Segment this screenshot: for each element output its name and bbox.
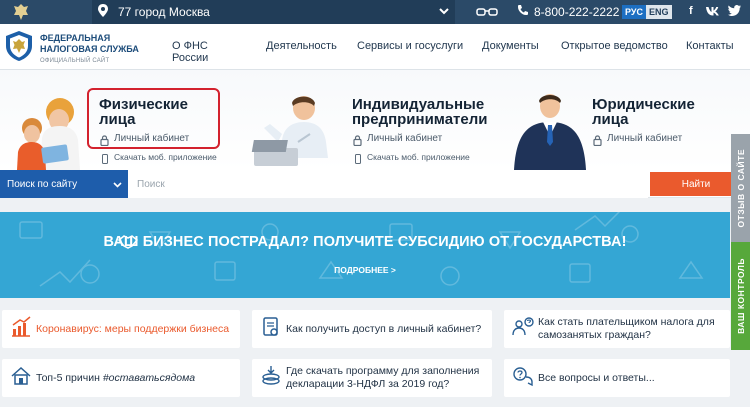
card-faq[interactable]: Все вопросы и ответы... [504, 359, 730, 397]
card-stay-home-text: Топ-5 причин #оставатьсядома [36, 372, 195, 385]
entrepreneurs-title-1[interactable]: Индивидуальные [352, 97, 484, 112]
card-account-access[interactable]: Как получить доступ в личный кабинет? [252, 310, 492, 348]
card-self-employed[interactable]: Как стать плательщиком налога для самоза… [504, 310, 730, 348]
document-key-icon [260, 316, 282, 338]
banner-title: ВАШ БИЗНЕС ПОСТРАДАЛ? ПОЛУЧИТЕ СУБСИДИЮ … [103, 234, 627, 250]
nav-item-services[interactable]: Сервисы и госуслуги [357, 40, 463, 52]
legal-entities-photo [508, 92, 588, 175]
entrepreneurs-account-link[interactable]: Личный кабинет [367, 133, 442, 144]
individuals-app-link[interactable]: Скачать моб. приложение [114, 152, 217, 162]
chevron-down-icon [439, 5, 449, 15]
entrepreneurs-title-2[interactable]: предприниматели [352, 112, 488, 127]
entrepreneurs-app-link[interactable]: Скачать моб. приложение [367, 152, 470, 162]
twitter-icon[interactable] [728, 5, 741, 19]
location-pin-icon [98, 4, 108, 20]
card-3ndfl-text-2: декларации 3-НДФЛ за 2019 год? [286, 378, 450, 390]
card-self-employed-text-1: Как стать плательщиком налога для [538, 316, 715, 328]
card-coronavirus-text: Коронавирус: меры поддержки бизнеса [36, 323, 230, 335]
search-scope-select[interactable]: Поиск по сайту [0, 170, 128, 198]
region-name: 77 город Москва [118, 5, 210, 19]
accessibility-glasses-icon[interactable] [476, 5, 498, 19]
card-stay-home-text-1: Топ-5 причин [36, 372, 103, 384]
feedback-tab-label: ОТЗЫВ О САЙТЕ [735, 148, 746, 228]
chevron-down-icon [113, 180, 122, 189]
logo-subtitle: ОФИЦИАЛЬНЫЙ САЙТ [40, 58, 110, 64]
mobile-phone-icon [355, 151, 361, 169]
search-button[interactable]: Найти [650, 172, 742, 196]
logo-line-2: НАЛОГОВАЯ СЛУЖБА [40, 44, 139, 54]
banner-pattern [19, 212, 704, 287]
card-stay-home-hashtag: #оставатьсядома [102, 372, 196, 384]
control-tab-label: ВАШ КОНТРОЛЬ [735, 258, 746, 334]
mobile-phone-icon [102, 151, 108, 169]
phone-icon [517, 4, 529, 19]
card-account-access-text: Как получить доступ в личный кабинет? [286, 323, 482, 335]
question-bubble-icon [512, 365, 534, 387]
card-stay-home[interactable]: Топ-5 причин #оставатьсядома [2, 359, 240, 397]
banner-more-link[interactable]: ПОДРОБНЕЕ > [0, 265, 730, 275]
hotline-phone[interactable]: 8-800-222-2222 [534, 5, 619, 19]
lock-icon [353, 133, 362, 151]
search-scope-label: Поиск по сайту [7, 178, 78, 190]
logo-text[interactable]: ФЕДЕРАЛЬНАЯ НАЛОГОВАЯ СЛУЖБА ОФИЦИАЛЬНЫЙ… [40, 33, 139, 67]
top-bar: 77 город Москва 8-800-222-2222 РУС ENG f [0, 0, 750, 24]
card-3ndfl-text-1: Где скачать программу для заполнения [286, 365, 480, 377]
card-coronavirus[interactable]: Коронавирус: меры поддержки бизнеса [2, 310, 240, 348]
individuals-photo [12, 98, 92, 175]
house-icon [10, 365, 32, 387]
vk-icon[interactable] [705, 5, 720, 20]
feedback-side-tab[interactable]: ОТЗЫВ О САЙТЕ [731, 134, 750, 242]
entrepreneurs-photo [250, 94, 345, 175]
legal-title-1[interactable]: Юридические [592, 97, 695, 112]
fns-logo-icon[interactable] [4, 30, 34, 62]
chart-growth-icon [10, 316, 32, 338]
search-input[interactable] [128, 170, 648, 198]
highlight-box [87, 88, 220, 149]
nav-item-open-agency[interactable]: Открытое ведомство [561, 40, 668, 52]
card-faq-text: Все вопросы и ответы... [538, 372, 655, 384]
promo-banner[interactable]: ВАШ БИЗНЕС ПОСТРАДАЛ? ПОЛУЧИТЕ СУБСИДИЮ … [0, 212, 730, 298]
coins-download-icon [260, 365, 282, 387]
logo-line-1: ФЕДЕРАЛЬНАЯ [40, 33, 111, 43]
nav-item-activity[interactable]: Деятельность [266, 40, 337, 52]
card-3ndfl-download[interactable]: Где скачать программу для заполнения дек… [252, 359, 492, 397]
nav-item-contacts[interactable]: Контакты [686, 40, 734, 52]
legal-title-2[interactable]: лица [592, 112, 629, 127]
facebook-icon[interactable]: f [689, 5, 693, 17]
card-self-employed-text-2: самозанятых граждан? [538, 329, 651, 341]
people-question-icon [512, 316, 534, 338]
lang-ru-button[interactable]: РУС [622, 5, 646, 19]
lock-icon [593, 133, 602, 151]
site-header: ФЕДЕРАЛЬНАЯ НАЛОГОВАЯ СЛУЖБА ОФИЦИАЛЬНЫЙ… [0, 24, 750, 70]
nav-item-about[interactable]: О ФНС России [172, 40, 208, 64]
region-selector[interactable]: 77 город Москва [92, 0, 455, 24]
nav-item-documents[interactable]: Документы [482, 40, 539, 52]
legal-account-link[interactable]: Личный кабинет [607, 133, 682, 144]
search-bar: Поиск по сайту Найти [0, 170, 750, 198]
state-emblem-icon[interactable] [12, 3, 30, 21]
lang-en-button[interactable]: ENG [646, 5, 672, 19]
control-side-tab[interactable]: ВАШ КОНТРОЛЬ [731, 242, 750, 350]
